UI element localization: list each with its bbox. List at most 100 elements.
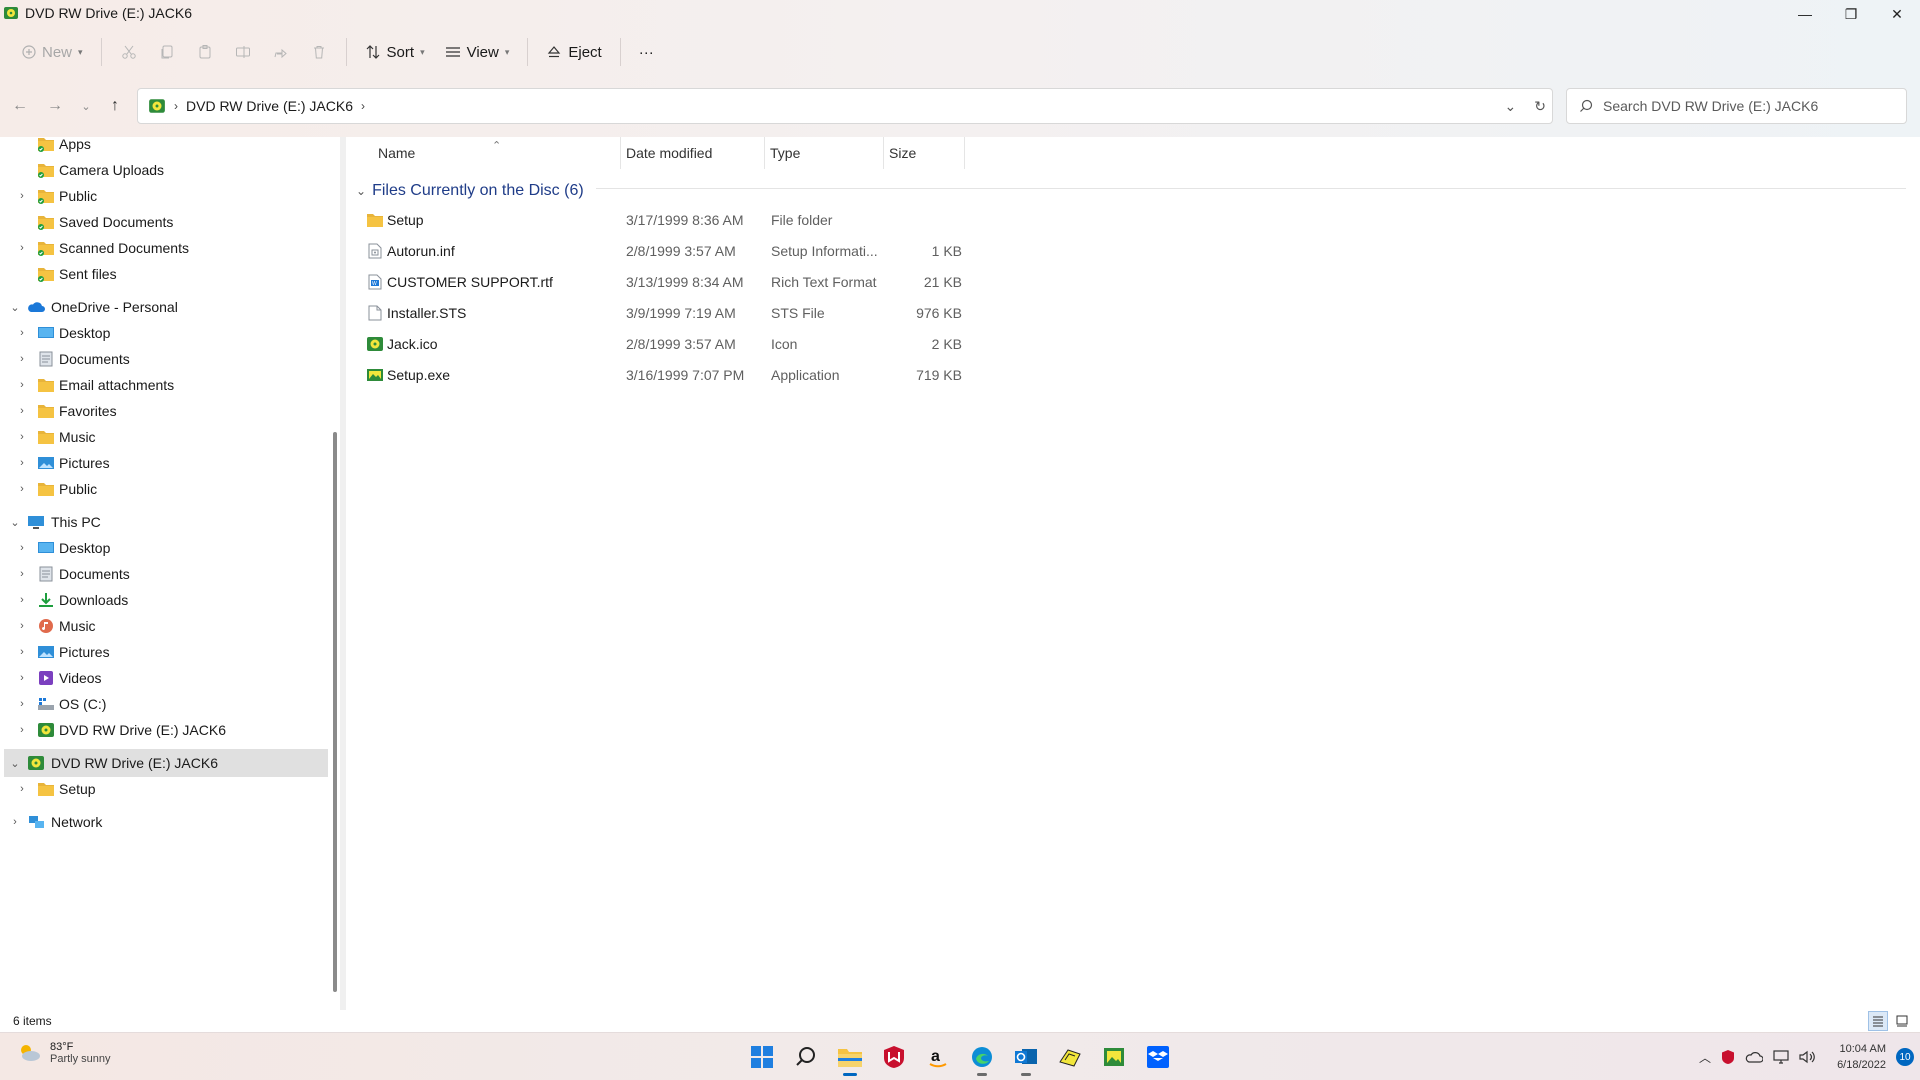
breadcrumb-item[interactable]: DVD RW Drive (E:) JACK6 bbox=[186, 98, 353, 114]
notification-badge[interactable]: 10 bbox=[1896, 1048, 1914, 1066]
column-divider[interactable] bbox=[764, 137, 765, 169]
column-divider[interactable] bbox=[883, 137, 884, 169]
breadcrumb-separator[interactable]: › bbox=[174, 99, 178, 113]
chevron-right-icon[interactable]: › bbox=[15, 724, 29, 736]
nav-item-this-pc[interactable]: ⌄ This PC bbox=[0, 508, 328, 536]
mcafee-tray-icon[interactable] bbox=[1721, 1049, 1735, 1065]
nav-item-sent-files[interactable]: Sent files bbox=[0, 260, 328, 288]
group-collapse-chevron-icon[interactable]: ⌄ bbox=[356, 184, 366, 198]
nav-item-downloads[interactable]: › Downloads bbox=[0, 586, 328, 614]
chevron-right-icon[interactable]: › bbox=[15, 672, 29, 684]
file-row[interactable]: Installer.STS 3/9/1999 7:19 AM STS File 976… bbox=[346, 298, 966, 329]
nav-item-scanned-documents[interactable]: › Scanned Documents bbox=[0, 234, 328, 262]
chevron-right-icon[interactable]: › bbox=[15, 568, 29, 580]
refresh-icon[interactable]: ↻ bbox=[1534, 98, 1546, 115]
volume-icon[interactable] bbox=[1799, 1050, 1817, 1064]
maximize-button[interactable]: ❐ bbox=[1828, 0, 1874, 28]
more-options-button[interactable]: ··· bbox=[631, 38, 662, 66]
chevron-down-icon[interactable]: ⌄ bbox=[8, 757, 22, 770]
close-button[interactable]: ✕ bbox=[1874, 0, 1920, 28]
delete-icon[interactable] bbox=[302, 38, 336, 66]
nav-item-pictures[interactable]: › Pictures bbox=[0, 449, 328, 477]
column-divider[interactable] bbox=[964, 137, 965, 169]
nav-item-music[interactable]: › Music bbox=[0, 423, 328, 451]
back-arrow-icon[interactable]: ← bbox=[6, 92, 34, 120]
chevron-down-icon[interactable]: ⌄ bbox=[8, 301, 22, 314]
nav-item-music[interactable]: › Music bbox=[0, 612, 328, 640]
details-view-icon[interactable] bbox=[1868, 1011, 1888, 1031]
amazon-icon[interactable]: a bbox=[922, 1040, 954, 1074]
chevron-right-icon[interactable]: › bbox=[15, 431, 29, 443]
nav-item-apps[interactable]: Apps bbox=[0, 130, 328, 158]
outlook-icon[interactable] bbox=[1010, 1040, 1042, 1076]
recent-locations-chevron-icon[interactable]: ⌄ bbox=[72, 92, 100, 120]
group-header[interactable]: ⌄ Files Currently on the Disc (6) bbox=[356, 177, 584, 205]
column-header-name[interactable]: Name bbox=[378, 137, 415, 169]
file-explorer-icon[interactable] bbox=[834, 1040, 866, 1076]
cut-icon[interactable] bbox=[112, 38, 146, 66]
nav-item-favorites[interactable]: › Favorites bbox=[0, 397, 328, 425]
nav-item-documents[interactable]: › Documents bbox=[0, 560, 328, 588]
search-icon[interactable] bbox=[790, 1040, 822, 1074]
forward-arrow-icon[interactable]: → bbox=[41, 92, 69, 120]
breadcrumb-separator[interactable]: › bbox=[361, 99, 365, 113]
network-monitor-icon[interactable] bbox=[1773, 1050, 1789, 1064]
start-icon[interactable] bbox=[746, 1040, 778, 1074]
address-bar[interactable]: › DVD RW Drive (E:) JACK6 › ⌄ ↻ bbox=[137, 88, 1553, 124]
nav-item-desktop[interactable]: › Desktop bbox=[0, 534, 328, 562]
nav-item-onedrive-personal[interactable]: ⌄ OneDrive - Personal bbox=[0, 293, 328, 321]
nav-item-os-c[interactable]: › OS (C:) bbox=[0, 690, 328, 718]
weather-widget[interactable]: 83°F Partly sunny bbox=[16, 1041, 111, 1065]
column-header-date[interactable]: Date modified bbox=[626, 137, 712, 169]
rename-icon[interactable] bbox=[226, 38, 260, 66]
nav-item-public[interactable]: › Public bbox=[0, 475, 328, 503]
minimize-button[interactable]: — bbox=[1782, 0, 1828, 28]
nav-item-saved-documents[interactable]: Saved Documents bbox=[0, 208, 328, 236]
column-header-size[interactable]: Size bbox=[889, 137, 916, 169]
mcafee-icon[interactable] bbox=[878, 1040, 910, 1074]
chevron-right-icon[interactable]: › bbox=[15, 483, 29, 495]
file-row[interactable]: Jack.ico 2/8/1999 3:57 AM Icon 2 KB bbox=[346, 329, 966, 360]
chevron-right-icon[interactable]: › bbox=[15, 457, 29, 469]
view-button[interactable]: View ▾ bbox=[437, 38, 518, 66]
dropbox-icon[interactable] bbox=[1142, 1040, 1174, 1074]
address-history-chevron-icon[interactable]: ⌄ bbox=[1505, 98, 1517, 115]
nav-item-email-attachments[interactable]: › Email attachments bbox=[0, 371, 328, 399]
nav-scrollbar[interactable] bbox=[333, 432, 337, 992]
image-app-icon[interactable] bbox=[1098, 1040, 1130, 1074]
chevron-right-icon[interactable]: › bbox=[15, 379, 29, 391]
nav-item-setup[interactable]: › Setup bbox=[0, 775, 328, 803]
nav-item-dvd-rw-drive-e-jack6[interactable]: › DVD RW Drive (E:) JACK6 bbox=[0, 716, 328, 744]
nav-item-documents[interactable]: › Documents bbox=[0, 345, 328, 373]
column-header-type[interactable]: Type bbox=[770, 137, 800, 169]
file-row[interactable]: Autorun.inf 2/8/1999 3:57 AM Setup Informa… bbox=[346, 236, 966, 267]
file-row[interactable]: Setup 3/17/1999 8:36 AM File folder bbox=[346, 205, 966, 236]
clock[interactable]: 10:04 AM 6/18/2022 bbox=[1837, 1041, 1886, 1073]
up-arrow-icon[interactable]: ↑ bbox=[101, 92, 129, 120]
file-row[interactable]: W CUSTOMER SUPPORT.rtf 3/13/1999 8:34 AM Ri… bbox=[346, 267, 966, 298]
chevron-right-icon[interactable]: › bbox=[15, 242, 29, 254]
large-icons-view-icon[interactable] bbox=[1892, 1011, 1912, 1031]
share-icon[interactable] bbox=[264, 38, 298, 66]
onedrive-tray-icon[interactable] bbox=[1745, 1051, 1764, 1063]
nav-item-desktop[interactable]: › Desktop bbox=[0, 319, 328, 347]
chevron-right-icon[interactable]: › bbox=[15, 783, 29, 795]
edge-icon[interactable] bbox=[966, 1040, 998, 1076]
paste-icon[interactable] bbox=[188, 38, 222, 66]
nav-item-videos[interactable]: › Videos bbox=[0, 664, 328, 692]
chevron-right-icon[interactable]: › bbox=[15, 353, 29, 365]
nav-item-camera-uploads[interactable]: Camera Uploads bbox=[0, 156, 328, 184]
chevron-right-icon[interactable]: › bbox=[15, 620, 29, 632]
show-hidden-icons-chevron-icon[interactable]: ︿ bbox=[1699, 1049, 1711, 1066]
chevron-right-icon[interactable]: › bbox=[8, 816, 22, 828]
chevron-right-icon[interactable]: › bbox=[15, 594, 29, 606]
chevron-right-icon[interactable]: › bbox=[15, 327, 29, 339]
chevron-right-icon[interactable]: › bbox=[15, 405, 29, 417]
eject-button[interactable]: Eject bbox=[538, 38, 609, 66]
chevron-right-icon[interactable]: › bbox=[15, 190, 29, 202]
chevron-down-icon[interactable]: ⌄ bbox=[8, 516, 22, 529]
nav-item-public[interactable]: › Public bbox=[0, 182, 328, 210]
nav-item-network[interactable]: › Network bbox=[0, 808, 328, 836]
jack-app-icon[interactable] bbox=[1054, 1040, 1086, 1074]
new-button[interactable]: New ▾ bbox=[14, 38, 91, 66]
